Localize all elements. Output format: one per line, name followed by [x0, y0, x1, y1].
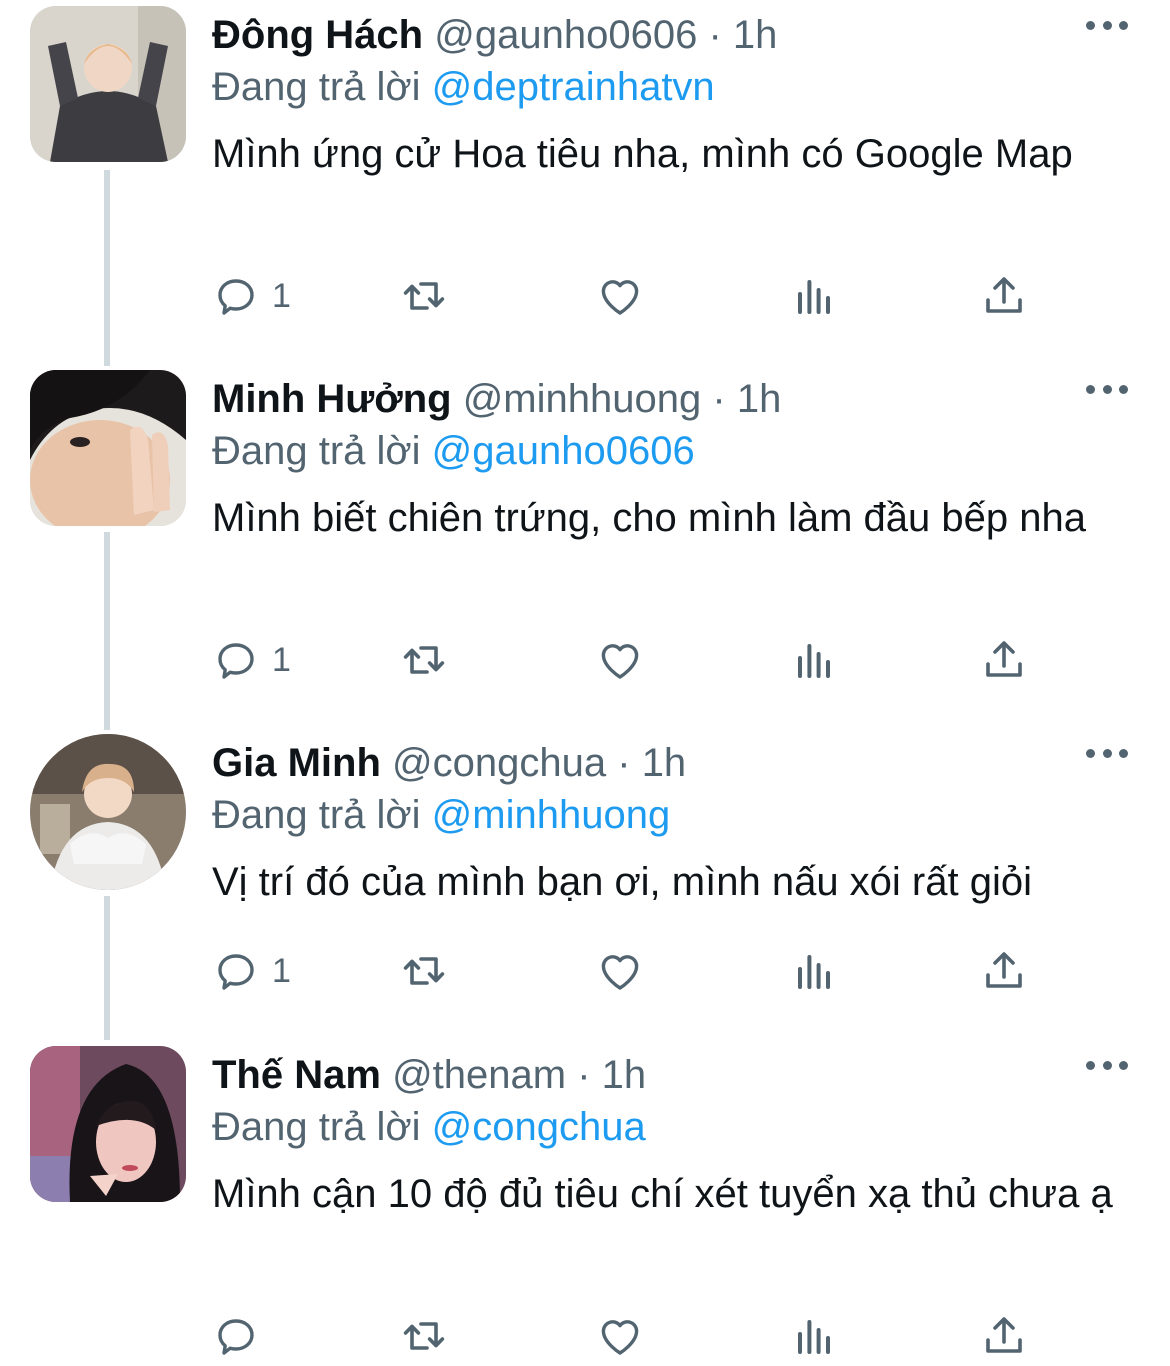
- heart-icon: [601, 955, 639, 990]
- author-handle[interactable]: @minhhuong: [463, 377, 702, 421]
- timestamp[interactable]: 1h: [737, 377, 782, 421]
- more-button[interactable]: [1086, 18, 1128, 32]
- reply-button[interactable]: 1: [212, 268, 291, 324]
- more-button[interactable]: [1086, 1058, 1128, 1072]
- tweet[interactable]: Đông Hách @gaunho0606 · 1h Đang trả lời …: [0, 0, 1170, 360]
- more-button[interactable]: [1086, 746, 1128, 760]
- reply-button[interactable]: 1: [212, 943, 291, 999]
- retweet-icon: [403, 957, 445, 985]
- replying-mention[interactable]: @gaunho0606: [432, 429, 695, 473]
- separator-dot: ·: [712, 377, 726, 421]
- replying-mention[interactable]: @minhhuong: [432, 793, 671, 837]
- action-bar: 1: [212, 943, 1072, 999]
- retweet-icon: [403, 1322, 445, 1350]
- author-name[interactable]: Thế Nam: [212, 1053, 381, 1097]
- views-icon: [798, 644, 830, 678]
- separator-dot: ·: [577, 1053, 591, 1097]
- like-button[interactable]: [596, 943, 644, 999]
- action-bar: 1: [212, 268, 1072, 324]
- retweet-button[interactable]: [400, 1308, 448, 1364]
- replying-label: Đang trả lời: [212, 793, 421, 837]
- views-button[interactable]: [790, 268, 838, 324]
- tweet-text: Mình cận 10 độ đủ tiêu chí xét tuyển xạ …: [212, 1172, 1113, 1216]
- author-handle[interactable]: @gaunho0606: [434, 13, 697, 57]
- share-button[interactable]: [980, 632, 1028, 688]
- avatar[interactable]: [30, 1046, 186, 1202]
- avatar[interactable]: [30, 370, 186, 526]
- retweet-button[interactable]: [400, 268, 448, 324]
- tweet[interactable]: Minh Hưởng @minhhuong · 1h Đang trả lời …: [0, 364, 1170, 724]
- retweet-button[interactable]: [400, 943, 448, 999]
- reply-icon: [218, 954, 254, 990]
- tweet-text: Mình ứng cử Hoa tiêu nha, mình có Google…: [212, 132, 1073, 176]
- replying-to: Đang trả lời @minhhuong: [212, 790, 670, 840]
- replying-label: Đang trả lời: [212, 429, 421, 473]
- timestamp[interactable]: 1h: [642, 741, 687, 785]
- author-handle[interactable]: @congchua: [392, 741, 606, 785]
- timestamp[interactable]: 1h: [733, 13, 778, 57]
- author-name[interactable]: Gia Minh: [212, 741, 381, 785]
- reply-button[interactable]: 1: [212, 632, 291, 688]
- reply-count: 1: [272, 952, 291, 990]
- timestamp[interactable]: 1h: [602, 1053, 647, 1097]
- heart-icon: [601, 644, 639, 679]
- share-icon: [986, 641, 1022, 677]
- avatar[interactable]: [30, 734, 186, 890]
- share-icon: [986, 952, 1022, 988]
- heart-icon: [601, 1320, 639, 1355]
- views-icon: [798, 955, 830, 989]
- reply-count: 1: [272, 641, 291, 679]
- separator-dot: ·: [708, 13, 722, 57]
- more-button[interactable]: [1086, 382, 1128, 396]
- share-button[interactable]: [980, 1308, 1028, 1364]
- share-button[interactable]: [980, 943, 1028, 999]
- replying-to: Đang trả lời @deptrainhatvn: [212, 62, 715, 112]
- tweet-text: Vị trí đó của mình bạn ơi, mình nấu xói …: [212, 860, 1032, 904]
- action-bar: 1: [212, 632, 1072, 688]
- replying-to: Đang trả lời @gaunho0606: [212, 426, 695, 476]
- like-button[interactable]: [596, 632, 644, 688]
- retweet-icon: [403, 646, 445, 674]
- like-button[interactable]: [596, 268, 644, 324]
- reply-button[interactable]: [212, 1308, 272, 1364]
- more-icon: [1086, 20, 1095, 30]
- more-icon: [1086, 384, 1095, 394]
- replying-label: Đang trả lời: [212, 1105, 421, 1149]
- avatar[interactable]: [30, 6, 186, 162]
- replying-mention[interactable]: @congchua: [432, 1105, 646, 1149]
- views-button[interactable]: [790, 632, 838, 688]
- author-handle[interactable]: @thenam: [392, 1053, 566, 1097]
- retweet-button[interactable]: [400, 632, 448, 688]
- reply-icon: [218, 643, 254, 679]
- reply-thread: Đông Hách @gaunho0606 · 1h Đang trả lời …: [0, 0, 1170, 1366]
- like-button[interactable]: [596, 1308, 644, 1364]
- reply-icon: [218, 279, 254, 315]
- views-button[interactable]: [790, 1308, 838, 1364]
- replying-to: Đang trả lời @congchua: [212, 1102, 646, 1152]
- more-icon: [1086, 748, 1095, 758]
- tweet[interactable]: Gia Minh @congchua · 1h Đang trả lời @mi…: [0, 728, 1170, 1038]
- views-icon: [798, 280, 830, 314]
- action-bar: [212, 1308, 1072, 1364]
- replying-mention[interactable]: @deptrainhatvn: [432, 65, 715, 109]
- share-icon: [986, 277, 1022, 313]
- retweet-icon: [403, 282, 445, 310]
- reply-count: 1: [272, 277, 291, 315]
- tweet-text: Mình biết chiên trứng, cho mình làm đầu …: [212, 496, 1086, 540]
- replying-label: Đang trả lời: [212, 65, 421, 109]
- views-button[interactable]: [790, 943, 838, 999]
- share-icon: [986, 1317, 1022, 1353]
- author-name[interactable]: Minh Hưởng: [212, 377, 452, 421]
- reply-icon: [218, 1319, 254, 1355]
- heart-icon: [601, 280, 639, 315]
- author-name[interactable]: Đông Hách: [212, 13, 423, 57]
- tweet[interactable]: Thế Nam @thenam · 1h Đang trả lời @congc…: [0, 1040, 1170, 1366]
- more-icon: [1086, 1060, 1095, 1070]
- views-icon: [798, 1320, 830, 1354]
- share-button[interactable]: [980, 268, 1028, 324]
- separator-dot: ·: [617, 741, 631, 785]
